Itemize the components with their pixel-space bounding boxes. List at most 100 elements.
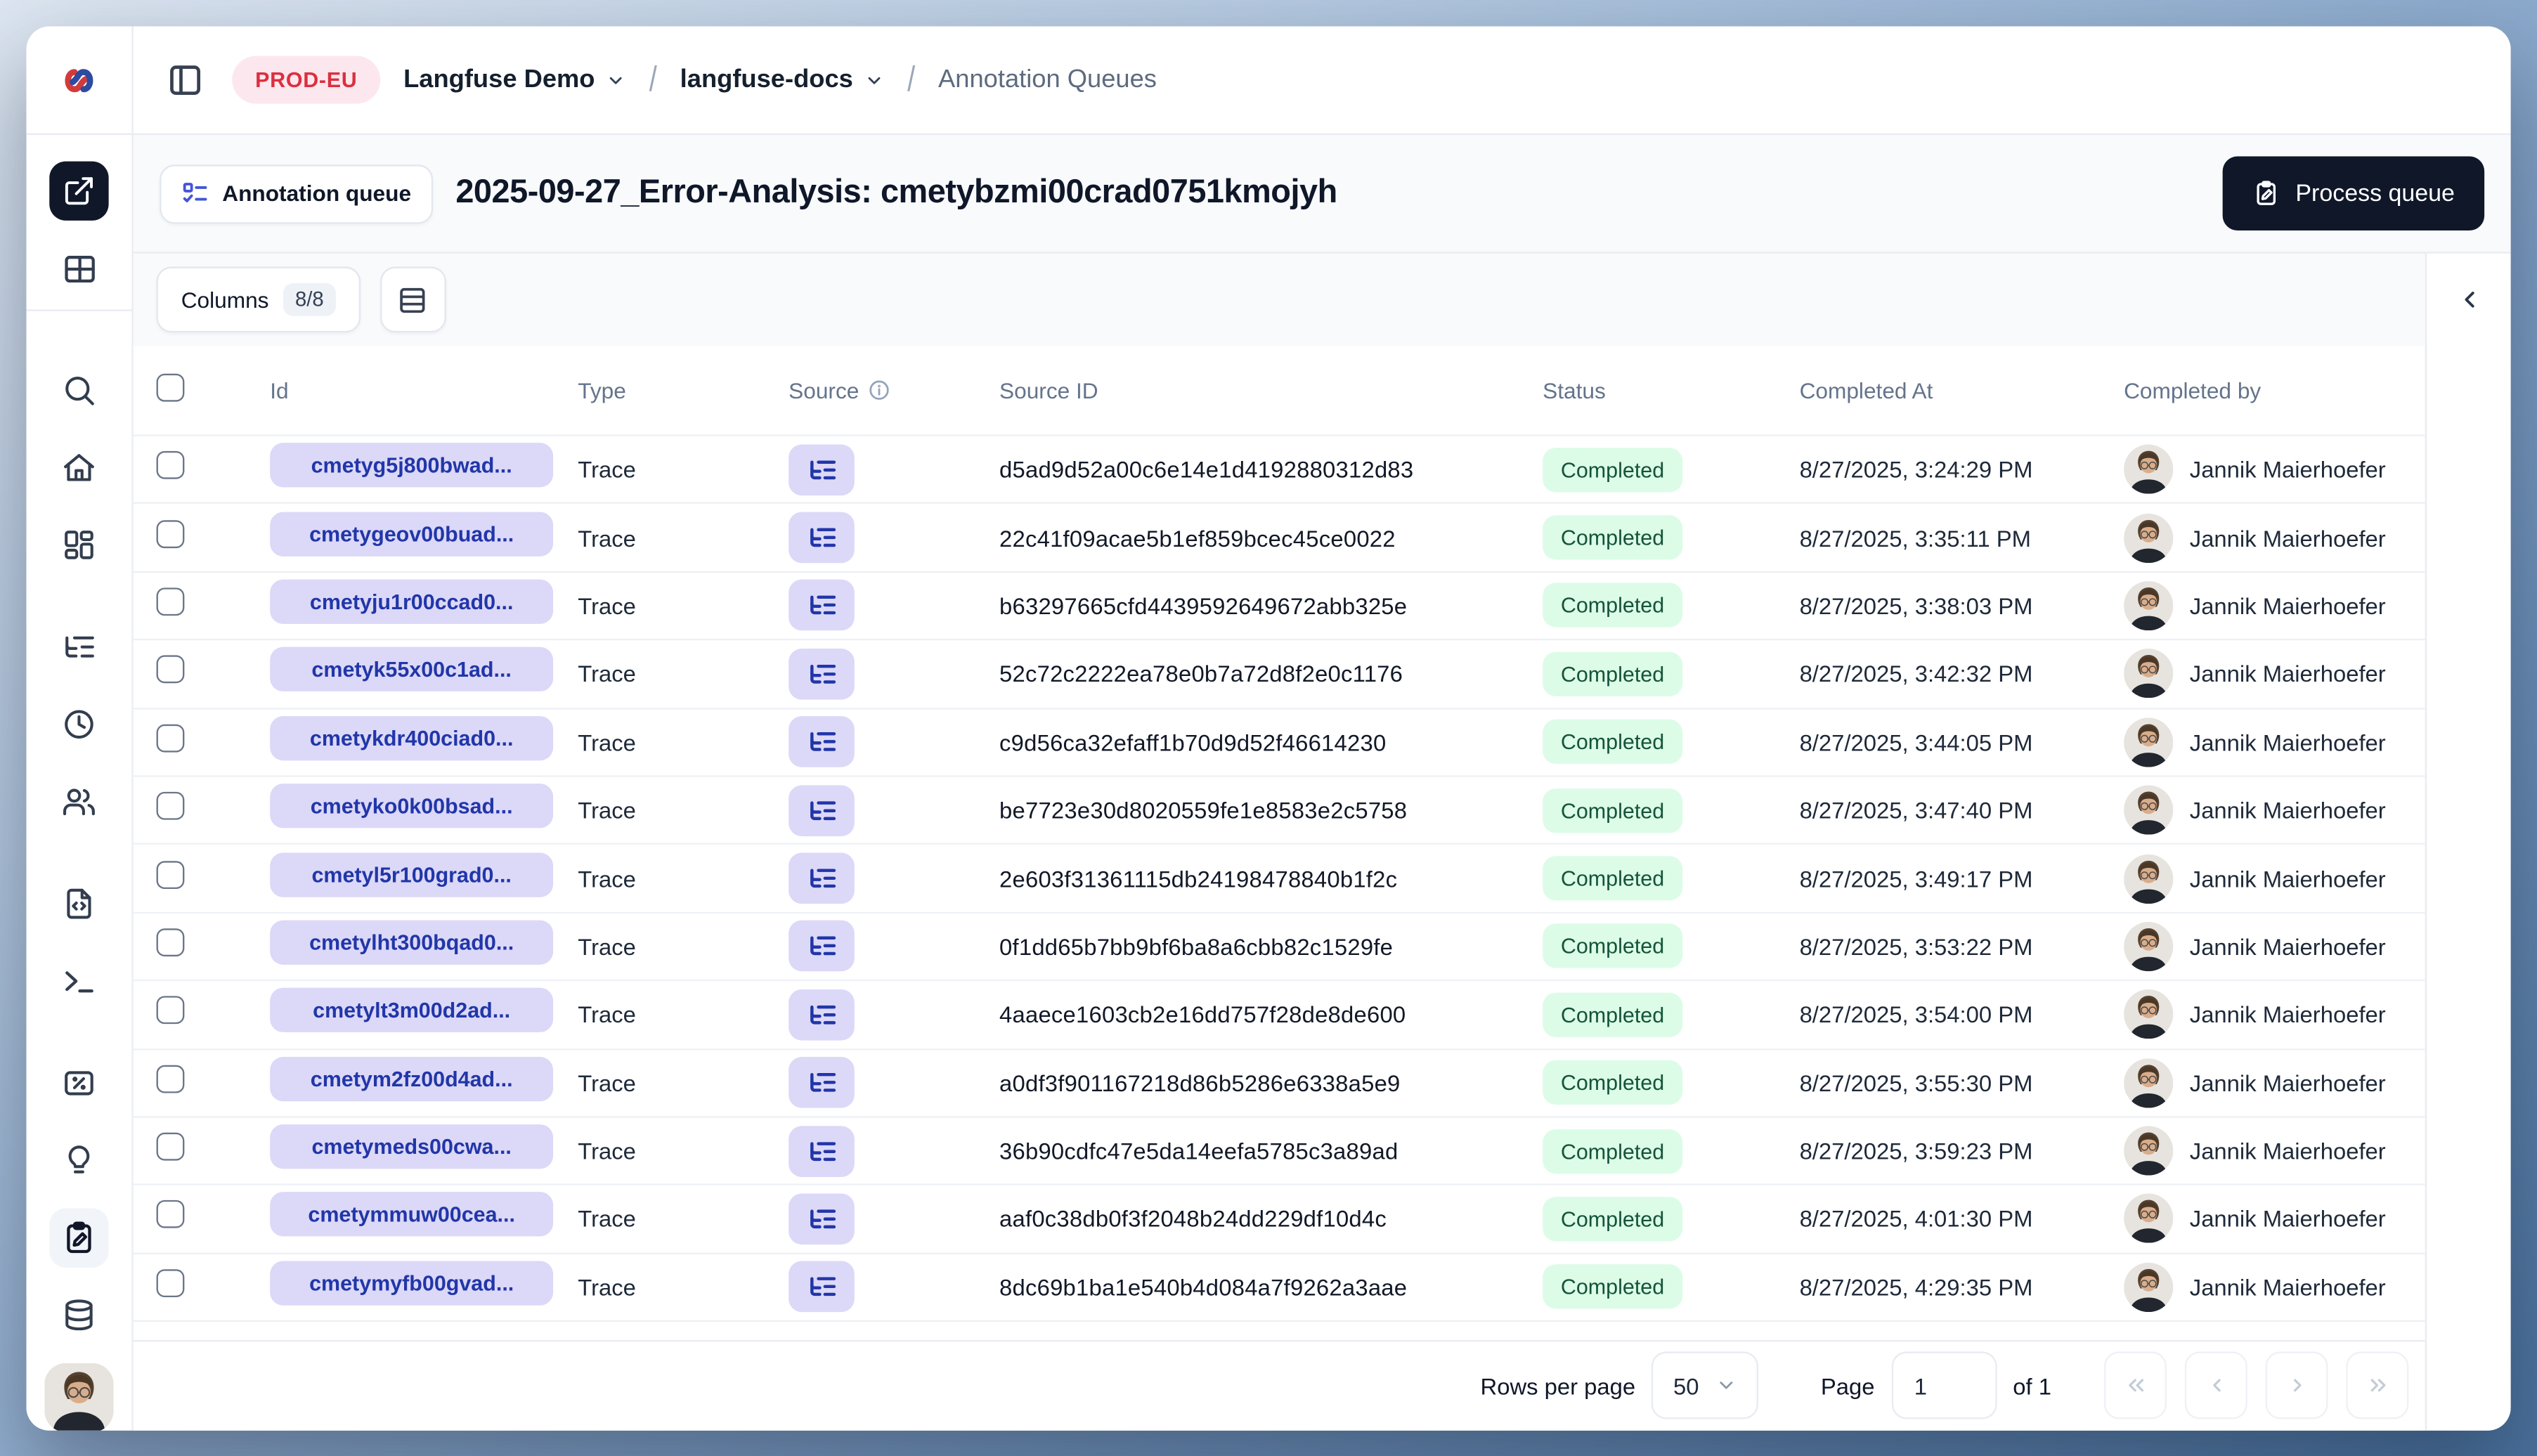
trace-source-link[interactable] (789, 512, 855, 564)
table-row[interactable]: cmetyk55x00c1ad... Trace 52c72c2222ea78e… (133, 640, 2425, 709)
table-row[interactable]: cmetylt3m00d2ad... Trace 4aaece1603cb2e1… (133, 981, 2425, 1050)
table-row[interactable]: cmetymmuw00cea... Trace aaf0c38db0f3f204… (133, 1185, 2425, 1254)
table-row[interactable]: cmetylht300bqad0... Trace 0f1dd65b7bb9bf… (133, 913, 2425, 982)
table-row[interactable]: cmetymeds00cwa... Trace 36b90cdfc47e5da1… (133, 1117, 2425, 1186)
status-badge: Completed (1543, 720, 1682, 765)
trace-source-link[interactable] (789, 1261, 855, 1313)
sidebar-item-dashboards[interactable] (49, 515, 108, 574)
completed-by-avatar (2124, 444, 2174, 495)
completed-by-avatar (2124, 785, 2174, 836)
item-id-link[interactable]: cmetykdr400ciad0... (270, 715, 554, 760)
completed-by-name: Jannik Maierhoefer (2189, 1138, 2386, 1164)
status-badge: Completed (1543, 1197, 1682, 1242)
row-checkbox[interactable] (156, 792, 185, 820)
item-id-link[interactable]: cmetygeov00buad... (270, 511, 554, 556)
row-checkbox[interactable] (156, 1132, 185, 1161)
item-id-link[interactable]: cmetyko0k00bsad... (270, 784, 554, 828)
trace-source-link[interactable] (789, 1125, 855, 1177)
column-header-source: Source (789, 377, 859, 403)
sidebar-item-prompts[interactable] (49, 874, 108, 933)
item-id-link[interactable]: cmetyk55x00c1ad... (270, 647, 554, 692)
sidebar-item-datasets[interactable] (49, 1286, 108, 1345)
list-tree-icon (809, 937, 835, 956)
table-row[interactable]: cmetykdr400ciad0... Trace c9d56ca32efaff… (133, 708, 2425, 777)
langfuse-logo[interactable] (26, 26, 134, 134)
trace-source-link[interactable] (789, 1057, 855, 1109)
table-row[interactable]: cmetyg5j800bwad... Trace d5ad9d52a00c6e1… (133, 436, 2425, 505)
sidebar-item-sessions[interactable] (49, 695, 108, 754)
search-icon (65, 376, 94, 405)
previous-page-button[interactable] (2184, 1352, 2247, 1420)
trace-source-link[interactable] (789, 784, 855, 836)
item-id-link[interactable]: cmetyl5r100grad0... (270, 852, 554, 897)
row-checkbox[interactable] (156, 519, 185, 548)
source-id: d5ad9d52a00c6e14e1d4192880312d83 (999, 456, 1414, 483)
sidebar-item-home[interactable] (49, 438, 108, 497)
trace-source-link[interactable] (789, 1193, 855, 1245)
next-page-button[interactable] (2265, 1352, 2328, 1420)
sidebar-item-playground[interactable] (49, 951, 108, 1010)
row-checkbox[interactable] (156, 1200, 185, 1229)
column-header-source-id: Source ID (999, 377, 1098, 403)
page-title: 2025-09-27_Error-Analysis: cmetybzmi00cr… (455, 174, 1337, 211)
item-id-link[interactable]: cmetylht300bqad0... (270, 920, 554, 965)
item-id-link[interactable]: cmetym2fz00d4ad... (270, 1056, 554, 1101)
sidebar-item-tracing[interactable] (49, 618, 108, 677)
sidebar-item-evaluation[interactable] (49, 1053, 108, 1112)
table-row[interactable]: cmetyl5r100grad0... Trace 2e603f31361115… (133, 845, 2425, 914)
row-checkbox[interactable] (156, 996, 185, 1025)
project-name: langfuse-docs (680, 65, 853, 93)
table-row[interactable]: cmetyko0k00bsad... Trace be7723e30d80205… (133, 776, 2425, 845)
trace-source-link[interactable] (789, 648, 855, 700)
trace-source-link[interactable] (789, 443, 855, 495)
sidebar-item-open-external[interactable] (49, 161, 109, 221)
item-id-link[interactable]: cmetyju1r00ccad0... (270, 579, 554, 624)
rows-per-page-select[interactable]: 50 (1652, 1352, 1758, 1420)
trace-source-link[interactable] (789, 580, 855, 632)
table-row[interactable]: cmetygeov00buad... Trace 22c41f09acae5b1… (133, 504, 2425, 573)
trace-source-link[interactable] (789, 716, 855, 768)
users-icon (63, 788, 95, 816)
sidebar-item-users[interactable] (49, 772, 108, 831)
item-id-link[interactable]: cmetymeds00cwa... (270, 1124, 554, 1169)
sidebar-item-table-view[interactable] (49, 239, 108, 298)
row-checkbox[interactable] (156, 1268, 185, 1297)
table-icon (64, 254, 94, 282)
breadcrumb-current-page: Annotation Queues (938, 65, 1157, 93)
columns-button[interactable]: Columns 8/8 (156, 266, 361, 333)
trace-source-link[interactable] (789, 852, 855, 904)
table-row[interactable]: cmetym2fz00d4ad... Trace a0df3f901167218… (133, 1049, 2425, 1118)
process-queue-button[interactable]: Process queue (2223, 156, 2485, 230)
last-page-button[interactable] (2346, 1352, 2409, 1420)
trace-source-link[interactable] (789, 989, 855, 1041)
row-checkbox[interactable] (156, 1065, 185, 1093)
org-selector[interactable]: Langfuse Demo (403, 65, 626, 95)
row-checkbox[interactable] (156, 860, 185, 888)
table-bottom-spacer (133, 1322, 2425, 1341)
row-checkbox[interactable] (156, 724, 185, 753)
collapse-panel-button[interactable] (2446, 277, 2492, 323)
row-height-button[interactable] (379, 266, 446, 333)
row-checkbox[interactable] (156, 928, 185, 956)
trace-source-link[interactable] (789, 921, 855, 973)
table-row[interactable]: cmetymyfb00gvad... Trace 8dc69b1ba1e540b… (133, 1254, 2425, 1322)
table-row[interactable]: cmetyju1r00ccad0... Trace b63297665cfd44… (133, 572, 2425, 641)
select-all-checkbox[interactable] (156, 373, 185, 402)
item-type: Trace (578, 1070, 636, 1096)
item-id-link[interactable]: cmetyg5j800bwad... (270, 443, 554, 488)
row-checkbox[interactable] (156, 451, 185, 480)
page-number-input[interactable] (1890, 1352, 1997, 1420)
sidebar-item-insights[interactable] (49, 1131, 108, 1190)
sidebar-item-annotation-queues[interactable] (49, 1208, 109, 1268)
first-page-button[interactable] (2103, 1352, 2167, 1420)
item-id-link[interactable]: cmetylt3m00d2ad... (270, 988, 554, 1033)
row-checkbox[interactable] (156, 587, 185, 616)
item-id-link[interactable]: cmetymmuw00cea... (270, 1192, 554, 1237)
row-checkbox[interactable] (156, 656, 185, 684)
sidebar-item-search[interactable] (49, 360, 108, 420)
user-avatar[interactable] (44, 1363, 114, 1430)
project-selector[interactable]: langfuse-docs (680, 65, 885, 95)
completed-by-avatar (2124, 1058, 2174, 1107)
item-id-link[interactable]: cmetymyfb00gvad... (270, 1261, 554, 1306)
sidebar-toggle-icon[interactable] (160, 55, 209, 104)
